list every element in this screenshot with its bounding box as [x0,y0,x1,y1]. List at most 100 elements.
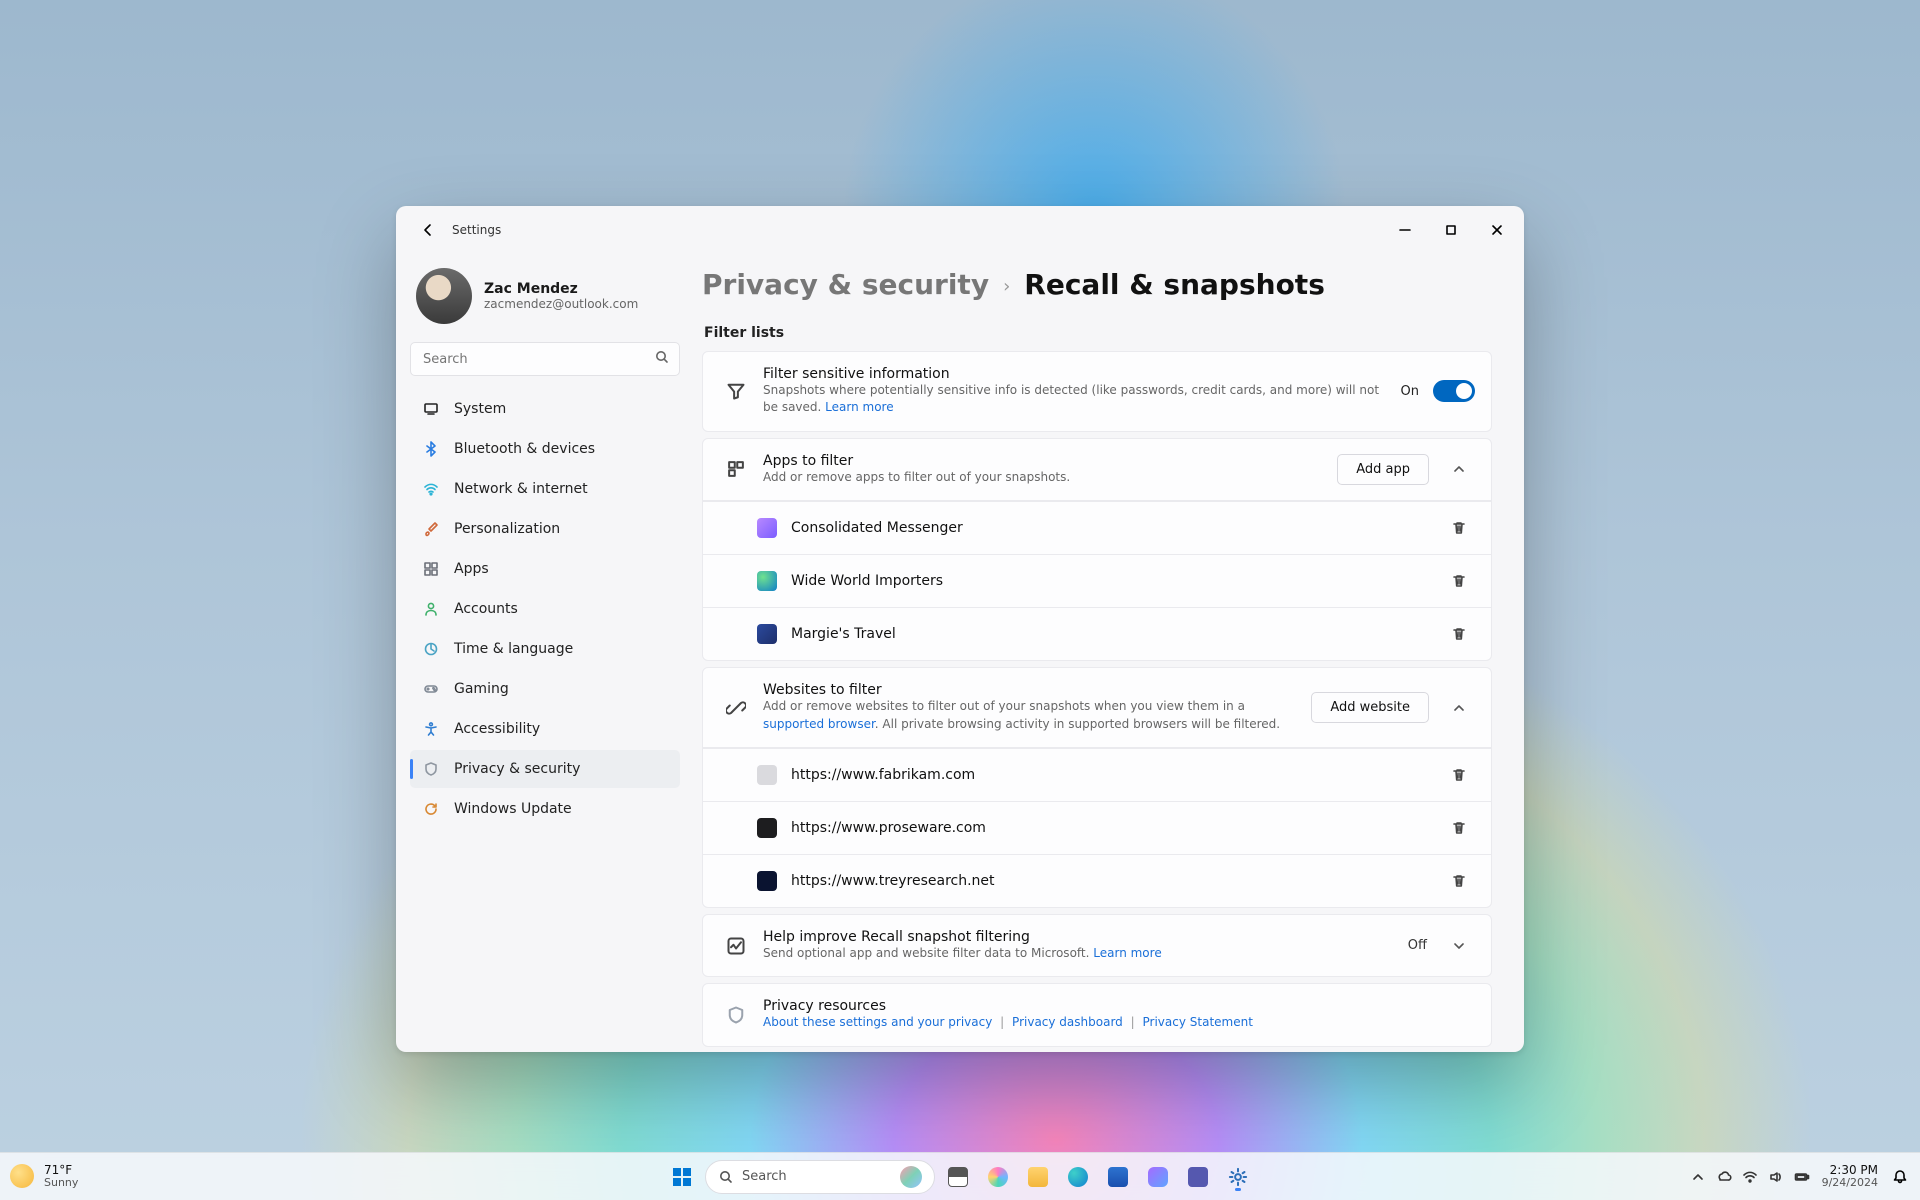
sidebar-item-label: Network & internet [454,481,588,497]
app-icon [757,571,777,591]
expand-button[interactable] [1443,930,1475,962]
website-filter-item: https://www.proseware.com [703,801,1491,854]
privacy-dashboard-link[interactable]: Privacy dashboard [1012,1015,1123,1029]
sidebar-item-apps[interactable]: Apps [410,550,680,588]
window-maximize-button[interactable] [1428,210,1474,250]
update-icon [422,800,440,818]
display-icon [422,400,440,418]
add-app-button[interactable]: Add app [1337,454,1429,485]
onedrive-icon[interactable] [1716,1169,1732,1185]
sidebar-item-network[interactable]: Network & internet [410,470,680,508]
site-url: https://www.fabrikam.com [791,767,975,783]
website-filter-item: https://www.treyresearch.net [703,854,1491,907]
sidebar-item-time-language[interactable]: Time & language [410,630,680,668]
profile-email: zacmendez@outlook.com [484,297,638,311]
sidebar-item-label: Accessibility [454,721,540,737]
sidebar-item-label: Personalization [454,521,560,537]
taskbar-store[interactable] [1101,1160,1135,1194]
status-badge: Off [1408,938,1427,953]
site-icon [757,765,777,785]
taskbar-m365[interactable] [1141,1160,1175,1194]
volume-icon[interactable] [1768,1169,1784,1185]
window-close-button[interactable] [1474,210,1520,250]
sidebar-item-label: Accounts [454,601,518,617]
app-name: Wide World Importers [791,573,943,589]
supported-browser-link[interactable]: supported browser [763,717,875,731]
sidebar-item-bluetooth[interactable]: Bluetooth & devices [410,430,680,468]
sidebar-item-accounts[interactable]: Accounts [410,590,680,628]
app-filter-item: Consolidated Messenger [703,501,1491,554]
delete-button[interactable] [1443,512,1475,544]
accessibility-icon [422,720,440,738]
privacy-links: About these settings and your privacy | … [763,1014,1475,1031]
privacy-statement-link[interactable]: Privacy Statement [1143,1015,1253,1029]
sun-icon [10,1164,34,1188]
sidebar-item-windows-update[interactable]: Windows Update [410,790,680,828]
back-button[interactable] [414,216,442,244]
delete-button[interactable] [1443,759,1475,791]
website-filter-item: https://www.fabrikam.com [703,748,1491,801]
about-privacy-link[interactable]: About these settings and your privacy [763,1015,992,1029]
card-help-improve[interactable]: Help improve Recall snapshot filtering S… [702,914,1492,977]
start-button[interactable] [665,1160,699,1194]
learn-more-link[interactable]: Learn more [825,400,893,414]
filter-sensitive-toggle[interactable] [1433,380,1475,402]
paintbrush-icon [422,520,440,538]
chevron-up-icon[interactable] [1690,1169,1706,1185]
nav-list: System Bluetooth & devices Network & int… [410,390,680,828]
wifi-icon [422,480,440,498]
taskbar-search-placeholder: Search [742,1169,787,1184]
delete-button[interactable] [1443,865,1475,897]
gamepad-icon [422,680,440,698]
notifications-button[interactable] [1890,1169,1910,1185]
site-icon [757,871,777,891]
search-input[interactable] [410,342,680,376]
person-icon [422,600,440,618]
delete-button[interactable] [1443,812,1475,844]
window-minimize-button[interactable] [1382,210,1428,250]
learn-more-link[interactable]: Learn more [1093,946,1161,960]
card-apps-to-filter: Apps to filter Add or remove apps to fil… [702,438,1492,661]
taskbar-search[interactable]: Search [705,1160,935,1194]
taskbar-clock[interactable]: 2:30 PM 9/24/2024 [1822,1164,1878,1189]
site-url: https://www.treyresearch.net [791,873,995,889]
sidebar-item-system[interactable]: System [410,390,680,428]
sidebar-item-label: Windows Update [454,801,572,817]
sidebar-item-gaming[interactable]: Gaming [410,670,680,708]
breadcrumb-parent[interactable]: Privacy & security [702,268,989,301]
breadcrumb: Privacy & security › Recall & snapshots [702,268,1492,301]
sidebar-item-privacy[interactable]: Privacy & security [410,750,680,788]
taskbar-settings[interactable] [1221,1160,1255,1194]
chevron-right-icon: › [1003,276,1010,297]
taskbar-teams[interactable] [1181,1160,1215,1194]
site-icon [757,818,777,838]
sidebar-item-accessibility[interactable]: Accessibility [410,710,680,748]
taskbar-task-view[interactable] [941,1160,975,1194]
toggle-state-label: On [1401,384,1419,399]
add-website-button[interactable]: Add website [1311,692,1429,723]
window-titlebar: Settings [396,206,1524,254]
battery-icon[interactable] [1794,1169,1810,1185]
taskbar-explorer[interactable] [1021,1160,1055,1194]
collapse-button[interactable] [1443,453,1475,485]
card-privacy-resources: Privacy resources About these settings a… [702,983,1492,1046]
app-icon [757,624,777,644]
sidebar-item-personalization[interactable]: Personalization [410,510,680,548]
app-name: Consolidated Messenger [791,520,963,536]
delete-button[interactable] [1443,565,1475,597]
card-title: Privacy resources [763,998,1475,1014]
search-box [410,342,680,376]
taskbar-weather[interactable]: 71°F Sunny [10,1164,78,1188]
profile-header[interactable]: Zac Mendez zacmendez@outlook.com [410,254,680,342]
app-icon [757,518,777,538]
wifi-icon[interactable] [1742,1169,1758,1185]
taskbar-copilot[interactable] [981,1160,1015,1194]
taskbar-edge[interactable] [1061,1160,1095,1194]
taskbar-tray[interactable] [1690,1169,1810,1185]
sidebar-item-label: Privacy & security [454,761,580,777]
collapse-button[interactable] [1443,692,1475,724]
delete-button[interactable] [1443,618,1475,650]
link-icon [719,698,753,718]
weather-desc: Sunny [44,1177,78,1189]
globe-clock-icon [422,640,440,658]
